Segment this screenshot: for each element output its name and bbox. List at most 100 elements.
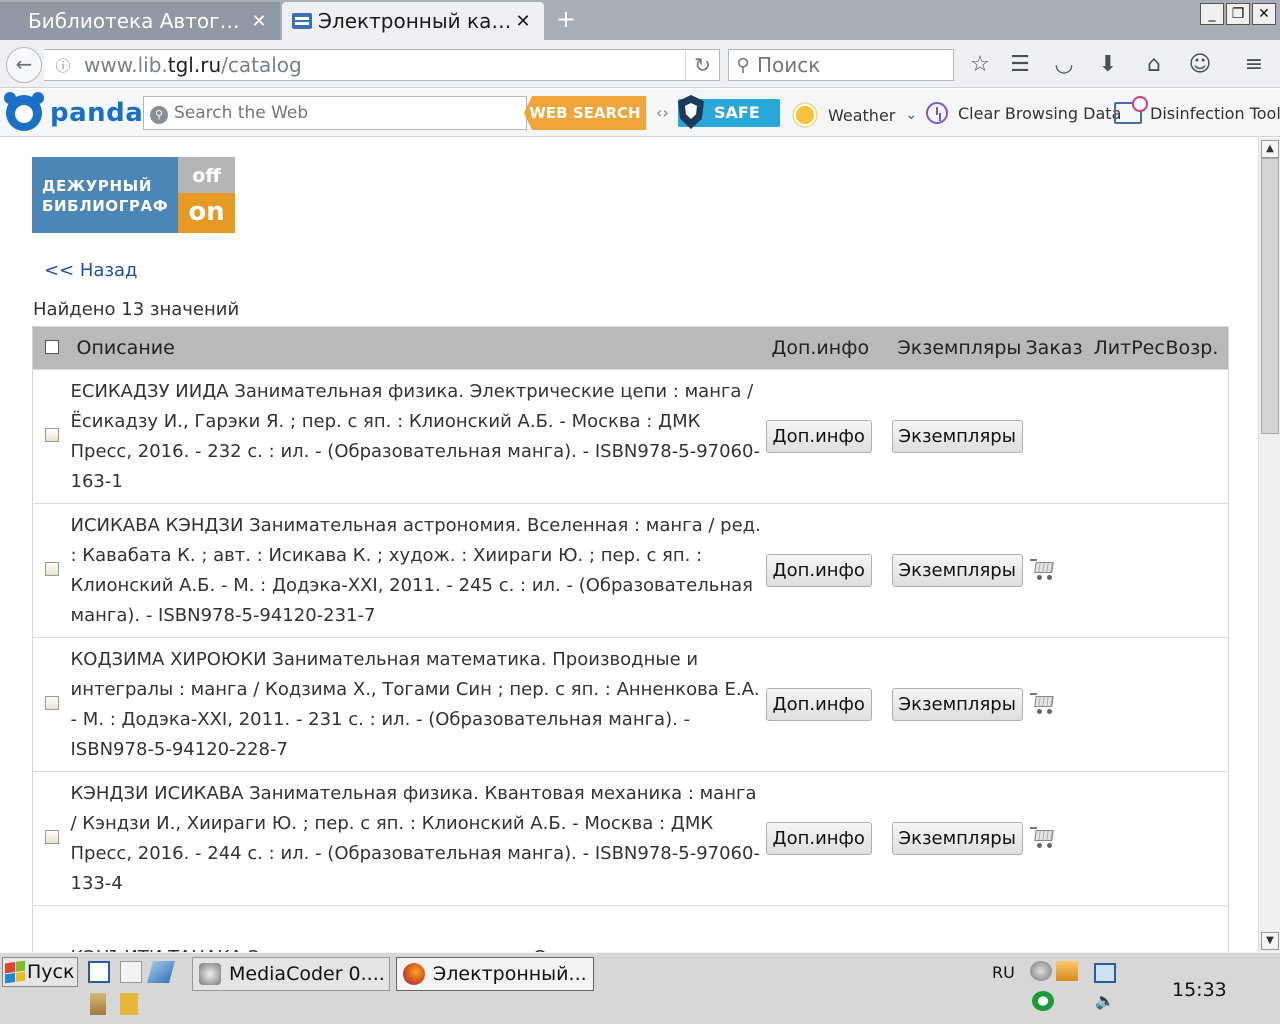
browser-search-box[interactable]: ⚲: [728, 49, 954, 81]
notepad-icon[interactable]: [120, 961, 142, 983]
copies-button[interactable]: Экземпляры: [891, 420, 1023, 453]
cart-icon[interactable]: [1029, 826, 1056, 848]
bookmark-star-icon[interactable]: ☆: [966, 51, 994, 79]
new-tab-button[interactable]: +: [552, 6, 580, 34]
copies-button[interactable]: Экземпляры: [891, 554, 1023, 587]
library-favicon-icon: [292, 13, 312, 29]
scroll-down-arrow-icon[interactable]: ▼: [1261, 932, 1279, 950]
scrollbar-thumb[interactable]: [1261, 158, 1279, 434]
results-table: Описание Доп.инфо Экземпляры Заказ ЛитРе…: [32, 326, 1229, 952]
column-more-info: Доп.инфо: [765, 326, 882, 370]
panda-search-input[interactable]: [174, 103, 504, 123]
row-checkbox[interactable]: [45, 830, 59, 844]
smiley-icon[interactable]: ☺: [1186, 51, 1214, 79]
row-checkbox[interactable]: [45, 428, 59, 442]
banner-line-1: ДЕЖУРНЫЙ: [42, 177, 152, 195]
table-row: КОДЗИМА ХИРОЮКИ Занимательная математика…: [32, 637, 1229, 772]
select-all-checkbox[interactable]: [45, 340, 59, 354]
reload-icon[interactable]: ↻: [685, 50, 719, 80]
windows-taskbar: Пуск MediaCoder 0.... Электронный... RU …: [0, 952, 1280, 1024]
weather-menu[interactable]: Weather ⌄: [792, 102, 917, 128]
cart-icon[interactable]: [1029, 692, 1056, 714]
home-icon[interactable]: ⌂: [1140, 51, 1168, 79]
language-indicator[interactable]: RU: [992, 963, 1015, 982]
page-scrollbar[interactable]: ▲ ▼: [1258, 138, 1280, 952]
task-firefox[interactable]: Электронный...: [396, 957, 594, 991]
clear-browsing-data-button[interactable]: Clear Browsing Data: [926, 102, 1121, 124]
panda-logo-text: panda: [50, 98, 144, 128]
more-info-button[interactable]: Доп.инфо: [765, 688, 872, 721]
close-icon[interactable]: ✕: [512, 11, 534, 32]
cart-icon[interactable]: [1029, 558, 1056, 580]
banner-on-label: on: [178, 193, 235, 233]
copies-button[interactable]: Экземпляры: [891, 688, 1023, 721]
start-button[interactable]: Пуск: [2, 957, 78, 987]
history-clock-icon: [926, 102, 948, 124]
table-row: КЭНЪИТИ ТАНАКА Занимательная электроника…: [32, 905, 1229, 952]
show-desktop-icon[interactable]: [88, 961, 110, 983]
folder-icon[interactable]: [120, 993, 138, 1015]
web-search-button[interactable]: WEB SEARCH: [524, 96, 646, 130]
more-info-button[interactable]: Доп.инфо: [765, 554, 872, 587]
row-description: ИСИКАВА КЭНДЗИ Занимательная астрономия.…: [70, 503, 766, 638]
info-icon[interactable]: ⓘ: [50, 55, 76, 76]
navigation-bar: ← ⓘ www.lib.tgl.ru/catalog ↻ ⚲ ☆ ☰ ◡ ⬇ ⌂…: [0, 40, 1280, 88]
tab-library-title: Библиотека Автогр...: [28, 9, 248, 33]
search-icon: ⚲: [736, 54, 750, 76]
pocket-icon[interactable]: ◡: [1050, 51, 1078, 79]
row-description: КЭНЪИТИ ТАНАКА Занимательная электроника…: [70, 905, 766, 952]
url-bar[interactable]: ⓘ www.lib.tgl.ru/catalog ↻: [44, 49, 720, 81]
tab-catalog[interactable]: Электронный кат... ✕: [282, 2, 544, 40]
url-path: /catalog: [221, 53, 302, 77]
code-icon: ‹›: [656, 103, 669, 122]
tab-library[interactable]: Библиотека Автогр... ✕: [0, 2, 280, 40]
results-count: Найдено 13 значений: [33, 299, 240, 320]
close-icon[interactable]: ✕: [248, 11, 270, 32]
back-button[interactable]: ←: [6, 47, 42, 83]
tools-icon[interactable]: [90, 993, 106, 1015]
reading-list-icon[interactable]: ☰: [1006, 51, 1034, 79]
back-link[interactable]: << Назад: [44, 260, 138, 281]
panda-logo[interactable]: panda: [4, 92, 144, 131]
clear-browsing-data-label: Clear Browsing Data: [958, 103, 1122, 123]
table-row: КЭНДЗИ ИСИКАВА Занимательная физика. Ква…: [32, 771, 1229, 906]
banner-toggle: off on: [178, 157, 235, 233]
disinfection-tools-button[interactable]: Disinfection Tools: [1114, 96, 1280, 124]
row-checkbox[interactable]: [45, 696, 59, 710]
tray-transfer-icon[interactable]: [1056, 961, 1078, 981]
menu-icon[interactable]: ≡: [1240, 51, 1268, 79]
chevron-down-icon[interactable]: ⌄: [905, 107, 917, 123]
row-description: КОДЗИМА ХИРОЮКИ Занимательная математика…: [70, 637, 766, 772]
restore-button[interactable]: ❐: [1226, 3, 1250, 25]
browser-search-input[interactable]: [757, 53, 937, 77]
row-checkbox[interactable]: [45, 562, 59, 576]
tray-antivirus-icon[interactable]: [1032, 991, 1054, 1011]
panda-search-box[interactable]: ⚲: [143, 96, 527, 130]
url-text[interactable]: www.lib.tgl.ru/catalog: [76, 53, 685, 77]
tab-catalog-title: Электронный кат...: [318, 9, 512, 33]
url-prefix: www.lib.: [84, 53, 168, 77]
column-description: Описание: [70, 326, 766, 370]
row-description: ЕСИКАДЗУ ИИДА Занимательная физика. Элек…: [70, 369, 766, 504]
disinfection-tools-label: Disinfection Tools: [1150, 103, 1280, 123]
explorer-icon[interactable]: [147, 961, 175, 983]
panda-bear-icon: [4, 92, 44, 131]
scroll-up-arrow-icon[interactable]: ▲: [1261, 140, 1279, 158]
download-icon[interactable]: ⬇: [1094, 51, 1122, 79]
task-firefox-title: Электронный...: [433, 963, 587, 985]
task-mediacoder[interactable]: MediaCoder 0....: [192, 957, 390, 991]
close-window-button[interactable]: ✕: [1252, 3, 1276, 25]
minimize-button[interactable]: _: [1200, 3, 1224, 25]
volume-icon[interactable]: 🔈: [1094, 991, 1116, 1011]
mediacoder-icon: [199, 963, 221, 985]
column-copies: Экземпляры: [881, 326, 1021, 370]
more-info-button[interactable]: Доп.инфо: [765, 420, 872, 453]
start-label: Пуск: [27, 961, 75, 983]
copies-button[interactable]: Экземпляры: [891, 822, 1023, 855]
duty-bibliographer-banner[interactable]: ДЕЖУРНЫЙ БИБЛИОГРАФ off on: [32, 157, 235, 233]
taskbar-clock[interactable]: 15:33: [1172, 979, 1227, 1001]
more-info-button[interactable]: Доп.инфо: [765, 822, 872, 855]
column-order: Заказ: [1019, 326, 1088, 370]
network-icon[interactable]: [1094, 963, 1116, 983]
tray-app-icon[interactable]: [1030, 961, 1052, 981]
